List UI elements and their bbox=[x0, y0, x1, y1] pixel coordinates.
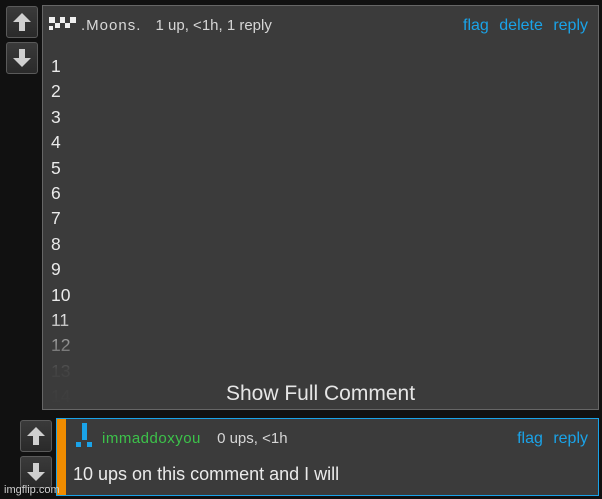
downvote-button[interactable] bbox=[6, 42, 38, 74]
upvote-button[interactable] bbox=[6, 6, 38, 38]
comment2-username[interactable]: immaddoxyou bbox=[102, 430, 201, 447]
comment-line: 3 bbox=[51, 106, 61, 127]
downvote-arrow-icon bbox=[27, 463, 45, 481]
comment-line: 2 bbox=[51, 81, 61, 102]
comment2-vote-controls bbox=[20, 420, 52, 488]
comment-line: 1 bbox=[51, 56, 61, 76]
delete-link[interactable]: delete bbox=[499, 17, 543, 34]
comment1-actions: flag delete reply bbox=[457, 17, 588, 35]
reply-link[interactable]: reply bbox=[553, 17, 588, 34]
comment2-meta: 0 ups, <1h bbox=[217, 430, 288, 447]
reply-link[interactable]: reply bbox=[553, 430, 588, 447]
comment-line: 5 bbox=[51, 157, 61, 178]
comment2-body: 10 ups on this comment and I will bbox=[73, 464, 340, 484]
comment-line: 6 bbox=[51, 183, 61, 204]
comment2-header: immaddoxyou 0 ups, <1h bbox=[102, 430, 288, 447]
comment-line: 10 bbox=[51, 284, 71, 305]
comment1-username[interactable]: .Moons. bbox=[81, 17, 141, 34]
comment-1: .Moons. 1 up, <1h, 1 reply flag delete r… bbox=[42, 5, 599, 410]
comment1-header: .Moons. 1 up, <1h, 1 reply bbox=[81, 17, 272, 34]
upvote-arrow-icon bbox=[13, 13, 31, 31]
upvote-arrow-icon bbox=[27, 427, 45, 445]
show-full-comment-button[interactable]: Show Full Comment bbox=[43, 382, 598, 406]
flag-link[interactable]: flag bbox=[517, 430, 543, 447]
user-avatar-icon bbox=[49, 17, 76, 30]
user-avatar-icon bbox=[76, 423, 92, 447]
comment1-meta: 1 up, <1h, 1 reply bbox=[155, 17, 272, 34]
downvote-arrow-icon bbox=[13, 49, 31, 67]
comment-line: 4 bbox=[51, 132, 61, 153]
comment2-actions: flag reply bbox=[511, 430, 588, 448]
upvote-button[interactable] bbox=[20, 420, 52, 452]
comment1-vote-controls bbox=[6, 6, 38, 74]
imgflip-watermark: imgflip.com bbox=[4, 484, 60, 496]
comment-line: 8 bbox=[51, 233, 61, 254]
comment-2: immaddoxyou 0 ups, <1h flag reply 10 ups… bbox=[56, 418, 599, 496]
comment-line: 7 bbox=[51, 208, 61, 229]
comment-line: 9 bbox=[51, 259, 61, 280]
flag-link[interactable]: flag bbox=[463, 17, 489, 34]
